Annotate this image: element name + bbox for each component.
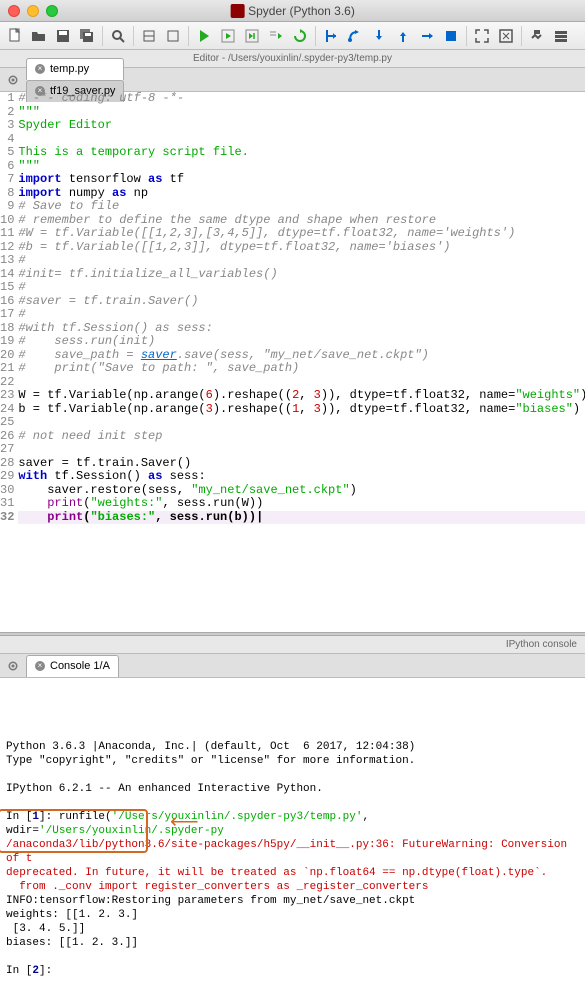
- debug-step-into-button[interactable]: [368, 25, 390, 47]
- save-button[interactable]: [52, 25, 74, 47]
- console-tab-label: Console 1/A: [50, 660, 110, 672]
- console-pane: IPython console × Console 1/A ⟵ Python 3…: [0, 636, 585, 984]
- create-cell-button[interactable]: [138, 25, 160, 47]
- line-numbers: 1234567891011121314151617181920212223242…: [0, 92, 18, 632]
- close-tab-icon[interactable]: ×: [35, 661, 45, 671]
- new-file-button[interactable]: [4, 25, 26, 47]
- minimize-window-button[interactable]: [27, 5, 39, 17]
- stop-button[interactable]: [440, 25, 462, 47]
- run-cell-advance-button[interactable]: [241, 25, 263, 47]
- debug-button[interactable]: [320, 25, 342, 47]
- code-editor[interactable]: 1234567891011121314151617181920212223242…: [0, 92, 585, 632]
- close-window-button[interactable]: [8, 5, 20, 17]
- console-tab-bar: × Console 1/A: [0, 654, 585, 678]
- console-options-button[interactable]: [3, 656, 23, 676]
- editor-tab-bar: ×temp.py×tf19_saver.py: [0, 68, 585, 92]
- path-manager-button[interactable]: [550, 25, 572, 47]
- run-cell-button[interactable]: [217, 25, 239, 47]
- debug-continue-button[interactable]: [416, 25, 438, 47]
- open-file-button[interactable]: [28, 25, 50, 47]
- rerun-button[interactable]: [289, 25, 311, 47]
- main-toolbar: [0, 22, 585, 50]
- preferences-button[interactable]: [526, 25, 548, 47]
- save-all-button[interactable]: [76, 25, 98, 47]
- window-title: Spyder (Python 3.6): [230, 4, 355, 18]
- remove-cell-button[interactable]: [162, 25, 184, 47]
- tab-label: temp.py: [50, 63, 89, 75]
- console-output[interactable]: ⟵ Python 3.6.3 |Anaconda, Inc.| (default…: [0, 678, 585, 984]
- find-button[interactable]: [107, 25, 129, 47]
- console-header: IPython console: [0, 636, 585, 654]
- close-tab-icon[interactable]: ×: [35, 64, 45, 74]
- run-selection-button[interactable]: [265, 25, 287, 47]
- code-content[interactable]: # -*- coding: utf-8 -*-"""Spyder Editor …: [18, 92, 585, 632]
- window-title-text: Spyder (Python 3.6): [248, 4, 355, 18]
- debug-step-out-button[interactable]: [392, 25, 414, 47]
- debug-step-button[interactable]: [344, 25, 366, 47]
- fullscreen-button[interactable]: [495, 25, 517, 47]
- traffic-lights: [8, 5, 58, 17]
- maximize-window-button[interactable]: [46, 5, 58, 17]
- tab-options-button[interactable]: [3, 70, 23, 90]
- maximize-pane-button[interactable]: [471, 25, 493, 47]
- run-button[interactable]: [193, 25, 215, 47]
- window-titlebar: Spyder (Python 3.6): [0, 0, 585, 22]
- editor-tab[interactable]: × temp.py: [26, 58, 124, 80]
- spyder-icon: [230, 4, 244, 18]
- console-tab[interactable]: × Console 1/A: [26, 655, 119, 677]
